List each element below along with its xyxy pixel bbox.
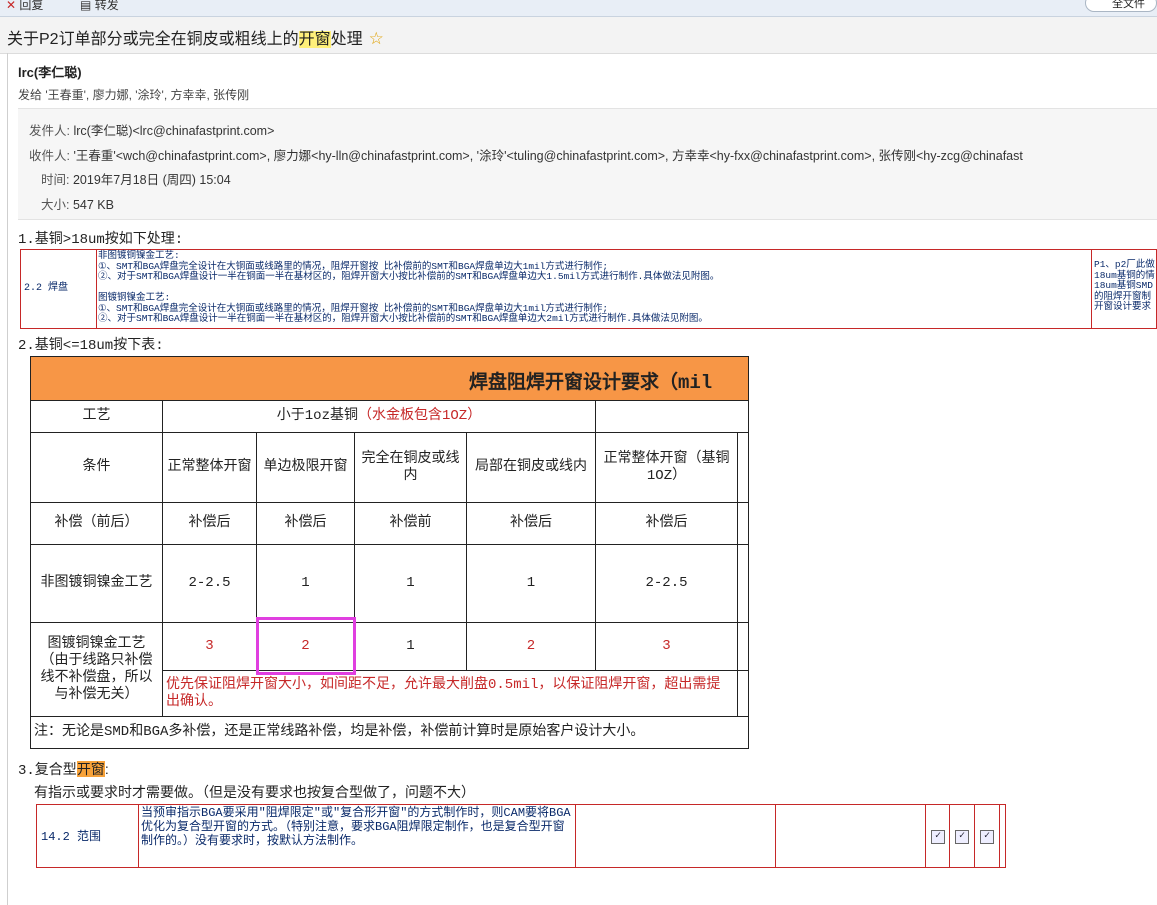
toolbar: ✕ 回复 ▤ 转发 全文件 <box>0 0 1157 17</box>
process-value: 小于1oz基铜 （水金板包含1OZ） <box>163 401 596 433</box>
section1-col1: 2.2 焊盘 <box>21 250 97 328</box>
forward-icon: ▤ <box>80 0 92 12</box>
row2-note: 优先保证阻焊开窗大小，如间距不足，允许最大削盘0.5mil，以保证阻焊开窗，超出… <box>163 671 738 717</box>
reply-icon: ✕ <box>6 0 17 12</box>
row2-cell: 3 <box>163 623 257 671</box>
process-value-extra <box>596 401 748 433</box>
from-label: 发件人: <box>29 124 70 138</box>
mail-size: 547 KB <box>72 198 114 212</box>
time-label: 时间: <box>41 173 70 187</box>
section3-subtitle: 有指示或要求时才需要做。（但是没有要求也按复合型做了，问题不大） <box>34 786 475 802</box>
section3-table: 14.2 范围 当预审指示BGA要采用"阻焊限定"或"复合形开窗"的方式制作时，… <box>36 804 1006 868</box>
reply-button[interactable]: ✕ 回复 <box>6 0 43 13</box>
forward-button[interactable]: ▤ 转发 <box>80 0 119 13</box>
to-addresses[interactable]: '王春重'<wch@chinafastprint.com>, 廖力娜<hy-ll… <box>73 149 1022 163</box>
table-footnote: 注：无论是SMD和BGA多补偿，还是正常线路补偿，均是补偿，补偿前计算时是原始客… <box>34 724 645 740</box>
star-icon[interactable]: ☆ <box>369 29 384 48</box>
compensation-cell: 补偿后 <box>257 503 355 545</box>
compensation-cell: 补偿后 <box>467 503 596 545</box>
checkbox[interactable]: ✓ <box>931 830 945 844</box>
compensation-cell: 补偿后 <box>596 503 738 545</box>
size-label: 大小: <box>41 198 70 212</box>
row1-cell: 2-2.5 <box>596 545 738 623</box>
condition-cell: 正常整体开窗 <box>163 433 257 503</box>
row1-cell: 2-2.5 <box>163 545 257 623</box>
section1-content: 非图镀铜镍金工艺: ①、SMT和BGA焊盘完全设计在大铜面或线路里的情况，阻焊开… <box>98 250 720 324</box>
row2-cell: 3 <box>596 623 738 671</box>
section2-heading: 2.基铜<=18um按下表: <box>18 338 164 354</box>
section3-text: 当预审指示BGA要采用"阻焊限定"或"复合形开窗"的方式制作时，则CAM要将BG… <box>139 805 576 867</box>
row2-cell: 1 <box>355 623 467 671</box>
row1-cell: 1 <box>355 545 467 623</box>
subject-bar: 关于P2订单部分或完全在铜皮或粗线上的开窗处理 ☆ <box>0 17 1157 54</box>
highlight-box <box>256 617 356 675</box>
condition-cell: 正常整体开窗（基铜1OZ） <box>596 433 738 503</box>
condition-label: 条件 <box>31 433 163 503</box>
compensation-cell: 补偿后 <box>163 503 257 545</box>
row1-cell: 1 <box>257 545 355 623</box>
table-title: 焊盘阻焊开窗设计要求（mil <box>31 357 748 401</box>
section3-heading: 3.复合型开窗: <box>18 761 109 779</box>
checkbox[interactable]: ✓ <box>980 830 994 844</box>
section3-col1: 14.2 范围 <box>37 805 139 867</box>
sender-name[interactable]: lrc(李仁聪) <box>18 62 82 81</box>
sent-time: 2019年7月18日 (周四) 15:04 <box>72 173 231 187</box>
condition-cell-extra <box>738 433 748 503</box>
condition-cell: 完全在铜皮或线内 <box>355 433 467 503</box>
section1-notes: P1、p2厂此做 18um基铜的情 18um基铜SMD 的阻焊开窗制 开窗设计要… <box>1091 250 1157 328</box>
row1-label: 非图镀铜镍金工艺 <box>31 545 163 623</box>
design-requirements-table: 焊盘阻焊开窗设计要求（mil 工艺 小于1oz基铜 （水金板包含1OZ） 条件 正… <box>30 356 749 749</box>
condition-cell: 单边极限开窗 <box>257 433 355 503</box>
recipients-summary: 发给 '王春重', 廖力娜, '涂玲', 方幸幸, 张传刚 <box>18 88 250 102</box>
section1-heading: 1.基铜>18um按如下处理: <box>18 232 184 248</box>
subject-title: 关于P2订单部分或完全在铜皮或粗线上的开窗处理 ☆ <box>7 29 384 48</box>
compensation-cell: 补偿前 <box>355 503 467 545</box>
row2-cell: 2 <box>467 623 596 671</box>
row2-label: 图镀铜镍金工艺（由于线路只补偿线不补偿盘，所以与补偿无关） <box>31 623 163 717</box>
process-label: 工艺 <box>31 401 163 433</box>
row1-cell: 1 <box>467 545 596 623</box>
from-address[interactable]: lrc(李仁聪)<lrc@chinafastprint.com> <box>73 124 274 138</box>
compensation-label: 补偿（前后） <box>31 503 163 545</box>
section1-table: 2.2 焊盘 非图镀铜镍金工艺: ①、SMT和BGA焊盘完全设计在大铜面或线路里… <box>20 249 1157 329</box>
to-label: 收件人: <box>29 149 70 163</box>
mail-header-details: 发件人: lrc(李仁聪)<lrc@chinafastprint.com> 收件… <box>18 108 1157 220</box>
subject-highlight: 开窗 <box>298 31 331 48</box>
condition-cell: 局部在铜皮或线内 <box>467 433 596 503</box>
search-input[interactable]: 全文件 <box>1085 0 1157 12</box>
checkbox[interactable]: ✓ <box>955 830 969 844</box>
divider <box>7 53 8 905</box>
